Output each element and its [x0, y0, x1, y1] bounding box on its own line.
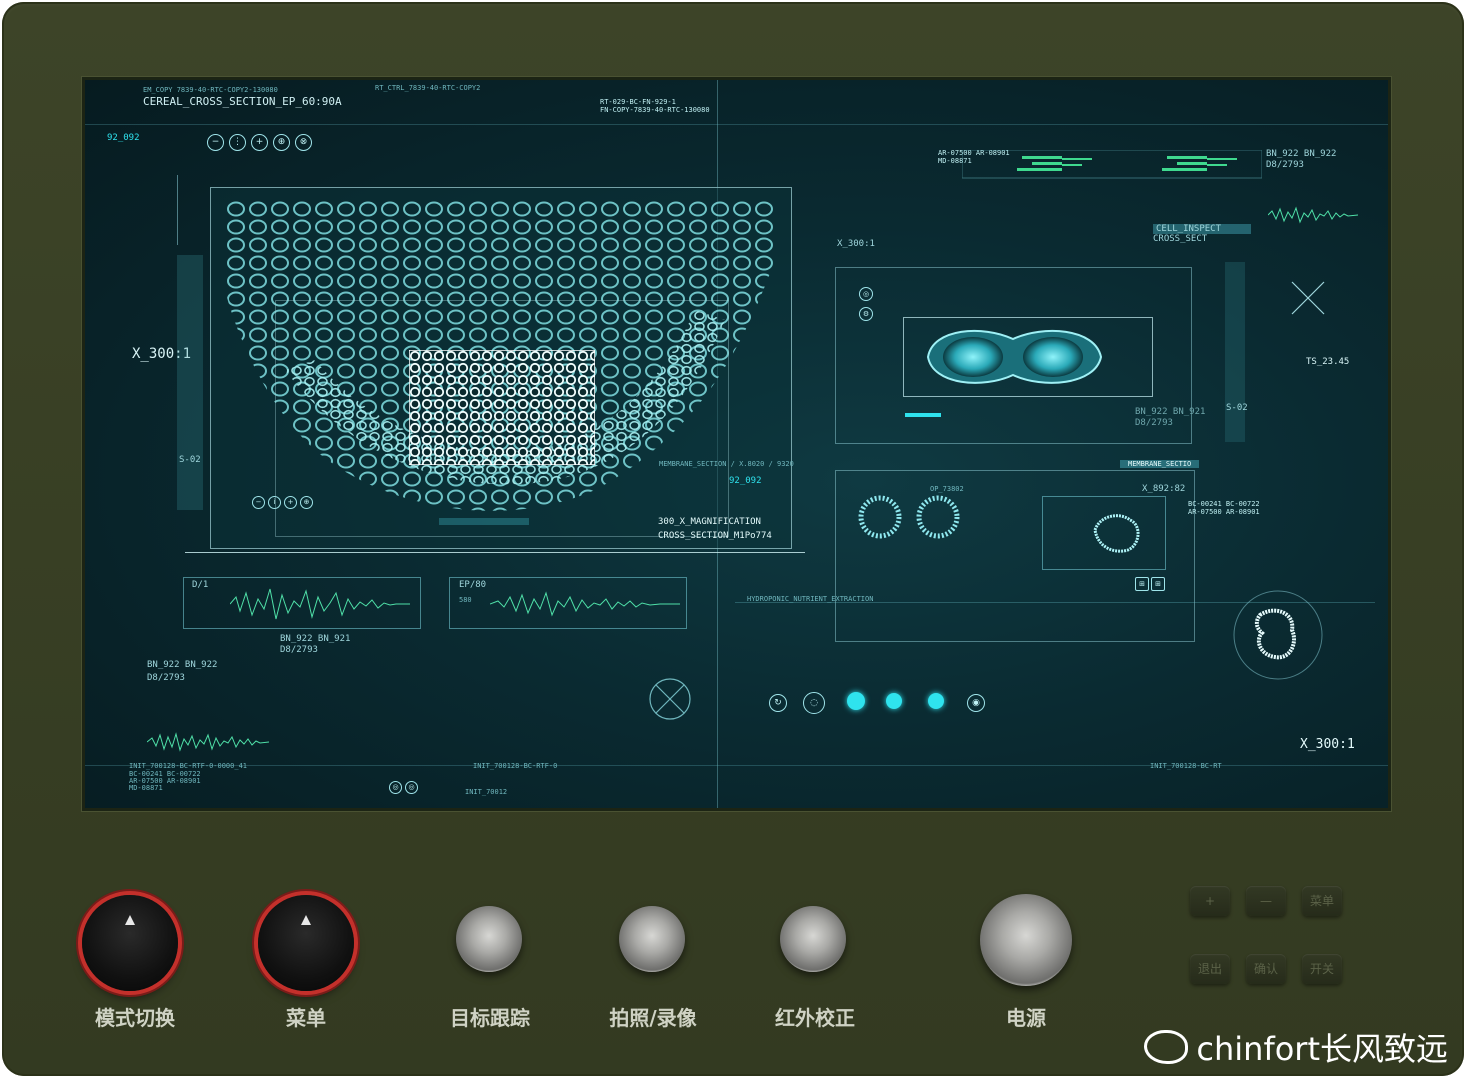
target-small-icon[interactable]: ◎	[389, 781, 402, 794]
photo-record-label: 拍照/录像	[609, 1006, 697, 1030]
membrane-right-label: MEMBRANE_SECTIO	[1120, 460, 1200, 468]
bn-right-label: BN_922 BN_922	[1266, 149, 1337, 159]
status-dot-icon-3[interactable]	[928, 693, 944, 709]
particle-image	[1093, 514, 1140, 553]
graph-icon-2[interactable]: ⊞	[1151, 577, 1165, 591]
target-icon[interactable]: ⊗	[295, 134, 312, 151]
display-screen: CEREAL_CROSS_SECTION_EP_60:90A 92_092 EM…	[82, 77, 1391, 811]
grid-line	[735, 602, 1375, 603]
power-label: 电源	[1006, 1006, 1046, 1030]
bn-left-label: BN_922 BN_922	[147, 660, 218, 670]
magnified-inset	[409, 350, 595, 465]
barcode-graph	[962, 150, 1262, 179]
status-dot-icon[interactable]	[847, 692, 865, 710]
db-right2-label: D8/2793	[1135, 418, 1173, 428]
header-title: CEREAL_CROSS_SECTION_EP_60:90A	[143, 95, 342, 108]
ir-calibration-button[interactable]	[780, 906, 846, 972]
settings-icon[interactable]: ⚙	[859, 307, 873, 321]
waveform-2-title: EP/80	[459, 580, 487, 590]
minus-key[interactable]: —	[1246, 886, 1286, 916]
exit-key[interactable]: 退出	[1190, 954, 1230, 984]
x-coord-label: X_892:82	[1142, 484, 1186, 494]
minus-circle-icon[interactable]: −	[207, 134, 224, 151]
graph-icon[interactable]: ⊞	[1135, 577, 1149, 591]
bn-mid-label: BN_922 BN_921	[280, 634, 351, 644]
power-ring-icon[interactable]: ◌	[803, 692, 825, 714]
refresh-icon[interactable]: ↻	[769, 694, 787, 712]
menu-knob[interactable]	[258, 895, 354, 991]
grain-image	[926, 329, 1103, 384]
init-mid-label: INIT_700128-BC-RTF-0	[473, 762, 558, 770]
close-x-icon[interactable]	[1290, 280, 1326, 316]
scale-label-right-bottom: X_300:1	[1300, 737, 1355, 752]
bn-right2-label: BN_922 BN_921	[1135, 407, 1206, 417]
init-right-label: INIT_700128-BC-RT	[1150, 762, 1222, 770]
membrane-section-label: MEMBRANE_SECTION / X.8020 / 9320	[659, 460, 794, 468]
progress-bar	[439, 518, 529, 525]
cell-inspect-label: CELL_INSPECT	[1153, 224, 1252, 234]
record-icon[interactable]: ◉	[967, 694, 985, 712]
side-gauge	[177, 255, 203, 510]
waveform-1-title: D/1	[192, 580, 209, 590]
db-left-label: D8/2793	[147, 673, 185, 683]
waveform-4	[1268, 206, 1358, 224]
mode-switch-label: 模式切换	[95, 1006, 175, 1030]
magnification-label: 300_X_MAGNIFICATION	[658, 517, 761, 527]
menu-knob-label: 菜单	[286, 1006, 326, 1030]
cross-section-label: CROSS_SECTION_M1Po774	[658, 531, 772, 541]
db-mid-label: D8/2793	[280, 645, 318, 655]
side-label-left: S-02	[179, 455, 201, 465]
cross-circle-icon	[649, 678, 691, 720]
zoom-in-icon[interactable]: +	[284, 496, 297, 509]
ir-calibration-label: 红外校正	[775, 1006, 855, 1030]
scale-label-right-top: X_300:1	[837, 239, 875, 249]
info-circle-icon[interactable]: ⋮	[229, 134, 246, 151]
add-circle-icon[interactable]: +	[251, 134, 268, 151]
status-dot-icon-2[interactable]	[886, 693, 902, 709]
id-label: 92_092	[107, 133, 140, 143]
particle-rings	[858, 495, 960, 539]
side-gauge-right	[1225, 262, 1245, 442]
weibo-logo-icon	[1144, 1030, 1189, 1064]
mode-switch-knob[interactable]	[82, 895, 178, 991]
code-right-1: BC-00241 BC-00722	[1188, 500, 1260, 508]
timestamp-label: TS_23.45	[1306, 357, 1350, 367]
waveform-2	[490, 591, 680, 617]
micro-id-label: 92_092	[729, 476, 762, 486]
power-button[interactable]	[980, 894, 1072, 986]
focus-icon[interactable]: ⊕	[300, 496, 313, 509]
menu-key[interactable]: 菜单	[1302, 886, 1342, 916]
photo-record-button[interactable]	[619, 906, 685, 972]
specimen-scope	[1233, 590, 1323, 680]
waveform-3	[147, 732, 269, 752]
waveform-2-sub: 580	[459, 596, 472, 604]
grain-indicator	[905, 413, 941, 417]
waveform-1	[230, 588, 410, 620]
panel-underline	[185, 552, 805, 553]
info-icon[interactable]: i	[268, 496, 281, 509]
cross-sect-label: CROSS_SECT	[1153, 234, 1208, 244]
watermark-text: chinfort长风致远	[1196, 1030, 1448, 1068]
grid-line	[85, 124, 1388, 125]
side-ticks	[177, 175, 190, 245]
confirm-key[interactable]: 确认	[1246, 954, 1286, 984]
code-left-3: MD-08871	[129, 784, 163, 792]
init-left-label: INIT_700128-BC-RTF-0-0000_41	[129, 762, 248, 770]
zoom-icon[interactable]: ◎	[859, 287, 873, 301]
side-label-right: S-02	[1226, 403, 1248, 413]
toggle-key[interactable]: 开关	[1302, 954, 1342, 984]
zoom-out-icon[interactable]: −	[252, 496, 265, 509]
plus-key[interactable]: +	[1190, 886, 1230, 916]
db-right-label: D8/2793	[1266, 160, 1304, 170]
target-small-icon-2[interactable]: ◎	[405, 781, 418, 794]
code-right-2: AR-07500 AR-08901	[1188, 508, 1260, 516]
target-tracking-button[interactable]	[456, 906, 522, 972]
crosshair-icon[interactable]: ⊕	[273, 134, 290, 151]
watermark: chinfort长风致远	[1144, 1024, 1448, 1070]
target-tracking-label: 目标跟踪	[450, 1006, 530, 1030]
init-bottom-label: INIT_70012	[465, 788, 508, 796]
